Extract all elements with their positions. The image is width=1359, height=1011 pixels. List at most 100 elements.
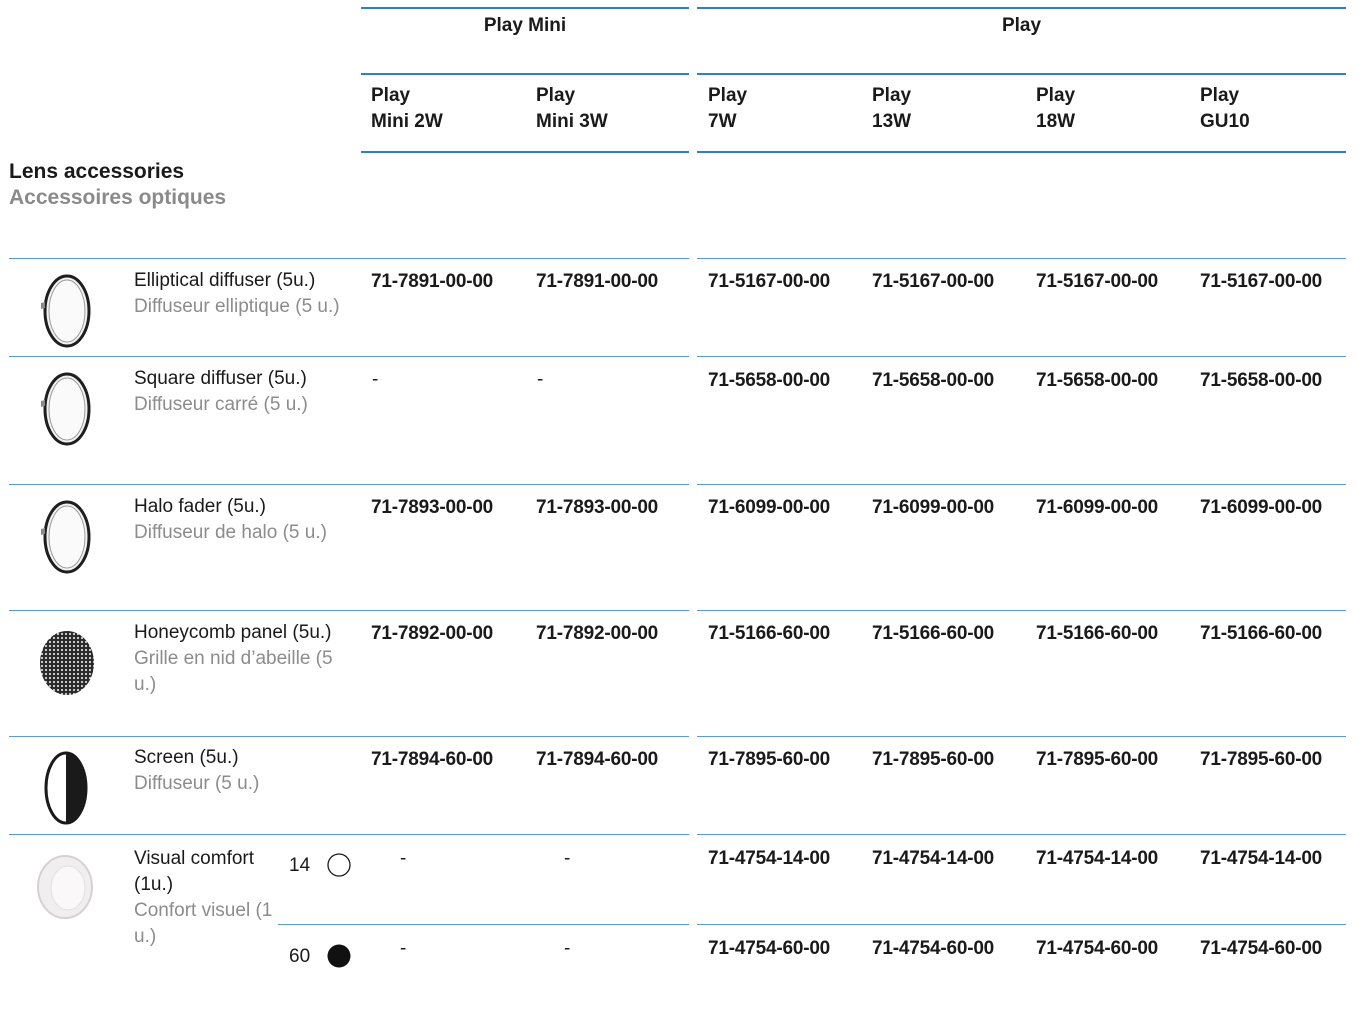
- product-code: 71-7894-60-00: [536, 749, 659, 770]
- accessory-name-fr: Diffuseur carré (5 u.): [134, 394, 308, 415]
- column-header-play-7w: Play 7W: [708, 85, 748, 132]
- white-circle-icon: [327, 853, 351, 877]
- accessory-name: Screen (5u.): [134, 747, 239, 768]
- product-code: 71-5658-00-00: [708, 370, 831, 391]
- row-rule: [9, 356, 689, 357]
- product-code: 71-7891-00-00: [536, 271, 659, 292]
- row-rule: [697, 356, 1346, 357]
- product-code: -: [400, 848, 407, 869]
- group-rule-play-mini: [361, 7, 689, 9]
- row-rule: [697, 736, 1346, 737]
- group-header-play-mini: Play Mini: [483, 15, 567, 36]
- product-code: 71-5167-00-00: [708, 271, 831, 292]
- header-bottom-rule-play: [697, 151, 1346, 153]
- section-title: Lens accessories: [9, 160, 185, 183]
- variant-rule: [278, 924, 689, 925]
- list-item: Square diffuser (5u.) Diffuseur carré (5…: [134, 366, 308, 418]
- column-header-play-mini-2w: Play Mini 2W: [371, 85, 443, 132]
- row-rule: [9, 484, 689, 485]
- list-item: Honeycomb panel (5u.) Grille en nid d’ab…: [134, 620, 358, 698]
- product-code: 71-5166-60-00: [1036, 623, 1159, 644]
- honeycomb-panel-icon: [40, 631, 94, 695]
- square-diffuser-icon: [41, 372, 91, 446]
- product-code: 71-4754-60-00: [1200, 938, 1323, 959]
- product-code: 71-7895-60-00: [1036, 749, 1159, 770]
- column-header-play-13w: Play 13W: [872, 85, 912, 132]
- product-code: 71-4754-60-00: [872, 938, 995, 959]
- list-item: Halo fader (5u.) Diffuseur de halo (5 u.…: [134, 494, 327, 546]
- row-rule: [9, 258, 689, 259]
- product-code: 71-4754-14-00: [708, 848, 831, 869]
- accessory-name: Square diffuser (5u.): [134, 368, 307, 389]
- product-code: 71-5166-60-00: [872, 623, 995, 644]
- product-code: 71-5167-00-00: [872, 271, 995, 292]
- column-header-play-18w: Play 18W: [1036, 85, 1076, 132]
- row-rule: [697, 834, 1346, 835]
- elliptical-diffuser-icon: [41, 274, 91, 348]
- column-header-play-mini-3w: Play Mini 3W: [536, 85, 608, 132]
- row-rule: [9, 610, 689, 611]
- product-code: 71-5167-00-00: [1036, 271, 1159, 292]
- product-code: 71-7895-60-00: [708, 749, 831, 770]
- product-code: 71-5658-00-00: [1036, 370, 1159, 391]
- product-code: 71-5658-00-00: [872, 370, 995, 391]
- column-header-play-gu10: Play GU10: [1200, 85, 1250, 132]
- product-code: 71-5166-60-00: [1200, 623, 1323, 644]
- row-rule: [697, 258, 1346, 259]
- list-item: Visual comfort (1u.) Confort visuel (1 u…: [134, 846, 274, 950]
- product-code: 71-6099-00-00: [1036, 497, 1159, 518]
- accessory-name-fr: Grille en nid d’abeille (5 u.): [134, 648, 333, 695]
- accessory-name-fr: Diffuseur elliptique (5 u.): [134, 296, 340, 317]
- visual-comfort-icon: [37, 855, 93, 919]
- product-code: 71-4754-14-00: [1200, 848, 1323, 869]
- product-code: 71-6099-00-00: [872, 497, 995, 518]
- product-code: -: [372, 369, 379, 390]
- product-code: 71-4754-60-00: [1036, 938, 1159, 959]
- black-circle-icon: [327, 944, 351, 968]
- accessory-name: Honeycomb panel (5u.): [134, 622, 332, 643]
- product-code: 71-5658-00-00: [1200, 370, 1323, 391]
- product-code: 71-6099-00-00: [708, 497, 831, 518]
- row-rule: [697, 610, 1346, 611]
- product-code: 71-5167-00-00: [1200, 271, 1323, 292]
- product-code: -: [564, 848, 571, 869]
- variant-rule: [697, 924, 1346, 925]
- variant-label: 60: [289, 946, 311, 967]
- product-code: -: [400, 938, 407, 959]
- accessory-name: Halo fader (5u.): [134, 496, 267, 517]
- product-code: 71-7892-00-00: [536, 623, 659, 644]
- product-code: 71-5166-60-00: [708, 623, 831, 644]
- accessory-name-fr: Diffuseur de halo (5 u.): [134, 522, 327, 543]
- product-code: -: [564, 938, 571, 959]
- accessory-name-fr: Diffuseur (5 u.): [134, 773, 260, 794]
- halo-fader-icon: [41, 500, 91, 574]
- column-rule-play: [697, 73, 1346, 75]
- product-code: 71-7895-60-00: [872, 749, 995, 770]
- variant-label: 14: [289, 855, 311, 876]
- product-code: 71-6099-00-00: [1200, 497, 1323, 518]
- accessory-name-fr: Confort visuel (1 u.): [134, 900, 273, 947]
- section-subtitle: Accessoires optiques: [9, 186, 227, 209]
- product-code: 71-7894-60-00: [371, 749, 494, 770]
- product-code: 71-7892-00-00: [371, 623, 494, 644]
- header-bottom-rule-play-mini: [361, 151, 689, 153]
- column-rule-play-mini: [361, 73, 689, 75]
- accessory-name: Elliptical diffuser (5u.): [134, 270, 316, 291]
- product-code: 71-7891-00-00: [371, 271, 494, 292]
- row-rule: [697, 484, 1346, 485]
- product-code: 71-7895-60-00: [1200, 749, 1323, 770]
- row-rule: [9, 834, 689, 835]
- screen-icon: [44, 751, 88, 825]
- product-code: 71-4754-60-00: [708, 938, 831, 959]
- group-header-play: Play: [1001, 15, 1042, 36]
- product-code: 71-7893-00-00: [536, 497, 659, 518]
- list-item: Elliptical diffuser (5u.) Diffuseur elli…: [134, 268, 340, 320]
- group-rule-play: [697, 7, 1346, 9]
- row-rule: [9, 736, 689, 737]
- list-item: Screen (5u.) Diffuseur (5 u.): [134, 745, 259, 797]
- product-code: 71-4754-14-00: [1036, 848, 1159, 869]
- product-code: 71-7893-00-00: [371, 497, 494, 518]
- accessory-name: Visual comfort (1u.): [134, 848, 255, 895]
- product-code: 71-4754-14-00: [872, 848, 995, 869]
- product-code: -: [537, 369, 544, 390]
